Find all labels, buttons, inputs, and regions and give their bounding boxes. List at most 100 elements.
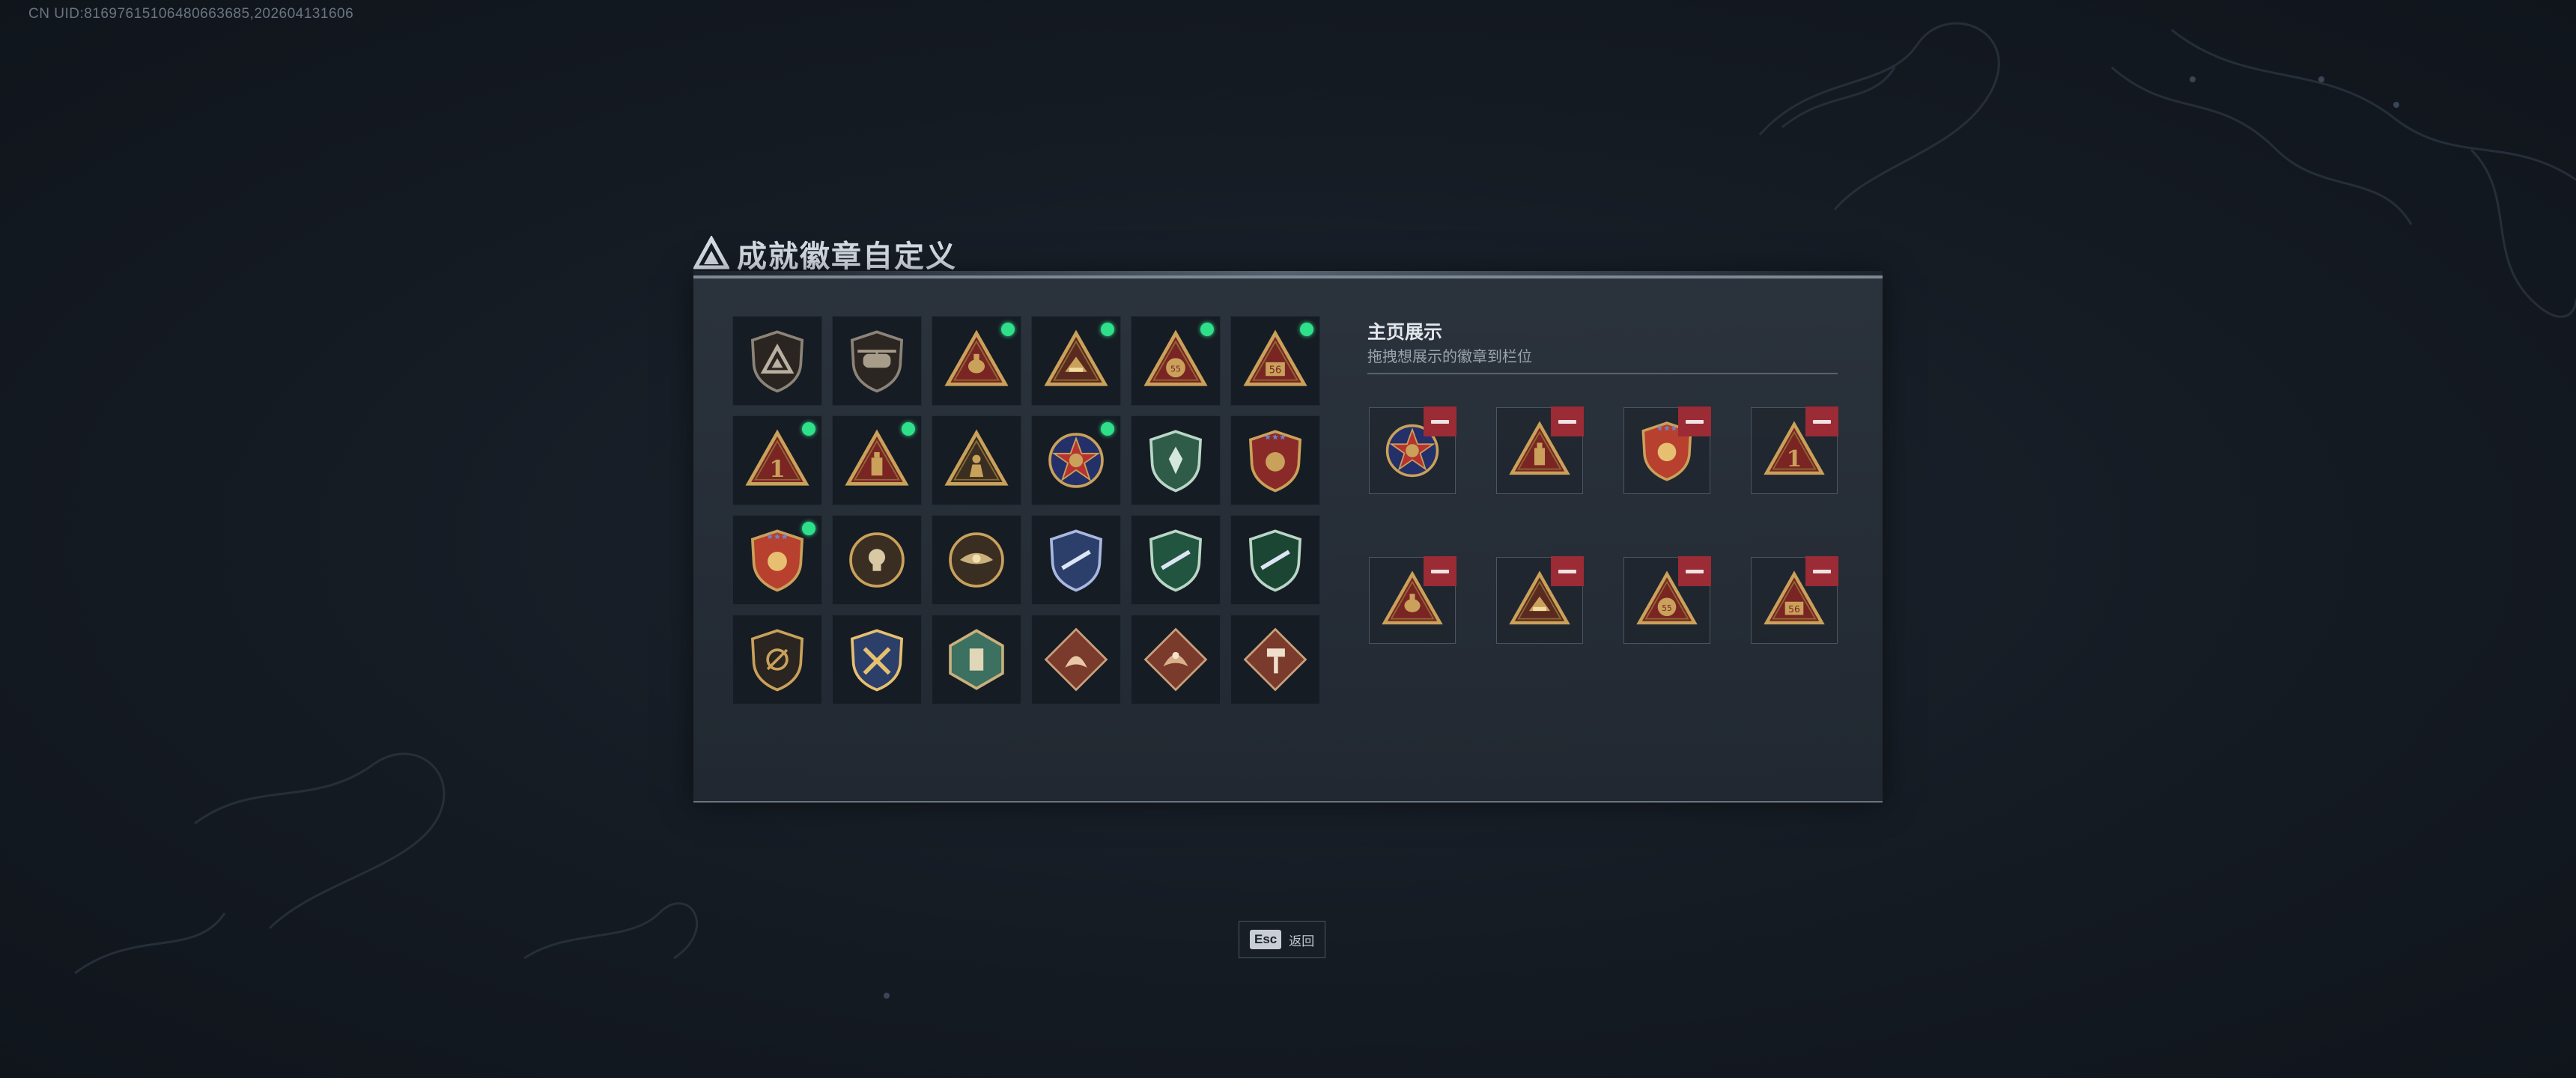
badge-customization-panel: 55 56 1 ★★★ ★★★ 主页展示 拖拽想展示的徽章到栏位 ★★★ 1 55 56 (693, 271, 1883, 803)
remove-badge-button[interactable] (1424, 406, 1456, 436)
minus-icon (1431, 419, 1449, 424)
triangle-hat-badge-icon (1044, 329, 1108, 386)
page-title: 成就徽章自定义 (737, 240, 957, 273)
remove-badge-button[interactable] (1678, 556, 1711, 586)
crossed-axes-shield-badge-icon (850, 629, 904, 692)
showcase-slot[interactable] (1369, 556, 1456, 644)
new-indicator-dot (1200, 323, 1214, 336)
svg-text:56: 56 (1269, 365, 1281, 377)
hammer-diamond-badge-icon (1243, 627, 1307, 692)
badge-cell[interactable]: 55 (1131, 316, 1221, 406)
badge-cell[interactable] (932, 515, 1021, 605)
triangle-55-sack-badge-icon: 55 (1143, 329, 1208, 386)
remove-badge-button[interactable] (1805, 556, 1838, 586)
skull-circle-badge-icon (849, 532, 905, 588)
helicopter-shield-badge-icon (850, 330, 904, 393)
triangle-hand-badge-icon (944, 329, 1009, 386)
triangle-logo-icon (693, 236, 729, 270)
back-button[interactable]: Esc 返回 (1239, 921, 1326, 958)
showcase-slot[interactable] (1369, 406, 1456, 494)
badge-cell[interactable]: ★★★ (1230, 415, 1320, 505)
gold-shield-stars-badge-icon: ★★★ (750, 529, 804, 592)
badge-grid: 55 56 1 ★★★ ★★★ (732, 316, 1320, 704)
badge-cell[interactable] (732, 316, 822, 406)
svg-text:56: 56 (1788, 604, 1800, 615)
badge-cell[interactable]: 56 (1230, 316, 1320, 406)
star-medal-badge-icon (1048, 433, 1104, 488)
showcase-slot[interactable]: ★★★ (1623, 406, 1711, 494)
new-indicator-dot (1001, 323, 1015, 336)
badge-cell[interactable]: ★★★ (732, 515, 822, 605)
badge-cell[interactable] (1131, 615, 1221, 704)
remove-badge-button[interactable] (1424, 556, 1456, 586)
badge-cell[interactable] (1230, 615, 1320, 704)
svg-text:1: 1 (769, 456, 786, 483)
remove-badge-button[interactable] (1678, 406, 1711, 436)
blue-rifle-shield-badge-icon (1049, 529, 1103, 592)
window-header: 成就徽章自定义 (693, 232, 957, 275)
badge-cell[interactable] (1031, 316, 1121, 406)
badge-cell[interactable] (932, 415, 1021, 505)
svg-text:1: 1 (1787, 446, 1802, 472)
minus-icon (1813, 569, 1831, 573)
badge-cell[interactable] (832, 615, 922, 704)
badge-cell[interactable] (732, 615, 822, 704)
triangle-soldier-badge-icon (944, 429, 1009, 486)
new-indicator-dot (1300, 323, 1313, 336)
badge-cell[interactable] (1131, 515, 1221, 605)
badge-cell[interactable] (932, 316, 1021, 406)
back-label: 返回 (1289, 934, 1315, 948)
showcase-slot[interactable] (1496, 406, 1584, 494)
remove-badge-button[interactable] (1805, 406, 1838, 436)
esc-key-hint: Esc (1250, 930, 1282, 949)
new-indicator-dot (1101, 422, 1114, 436)
new-indicator-dot (802, 422, 815, 436)
showcase-slot[interactable] (1496, 556, 1584, 644)
red-shield-stars-badge-icon: ★★★ (1248, 430, 1302, 493)
uid-text: CN UID:8169761510648066368​5,20260413160… (28, 6, 354, 22)
showcase-title: 主页展示 (1367, 322, 1443, 343)
showcase-subtitle: 拖拽想展示的徽章到栏位 (1367, 349, 1532, 365)
showcase-slot[interactable]: 1 (1751, 406, 1838, 494)
minus-icon (1431, 569, 1449, 573)
badge-cell[interactable] (832, 316, 922, 406)
green-shield-badge-icon (1149, 430, 1203, 493)
badge-cell[interactable] (832, 515, 922, 605)
minus-icon (1686, 419, 1704, 424)
svg-text:55: 55 (1662, 604, 1671, 613)
minus-icon (1686, 569, 1704, 573)
badge-cell[interactable] (1230, 515, 1320, 605)
triangle-56-badge-icon: 56 (1243, 329, 1307, 386)
showcase-divider (1367, 373, 1838, 374)
dragon-diamond-badge-icon (1044, 627, 1108, 692)
svg-text:★★★: ★★★ (1656, 424, 1677, 433)
badge-cell[interactable]: 1 (732, 415, 822, 505)
showcase-slot[interactable]: 55 (1623, 556, 1711, 644)
triangle-number-1-badge-icon: 1 (745, 429, 809, 486)
svg-text:55: 55 (1170, 365, 1181, 374)
badge-cell[interactable] (932, 615, 1021, 704)
minus-icon (1813, 419, 1831, 424)
badge-cell[interactable] (832, 415, 922, 505)
new-indicator-dot (1101, 323, 1114, 336)
badge-cell[interactable] (1031, 415, 1121, 505)
green-rifle-shield-badge-icon (1149, 529, 1203, 592)
showcase-slot[interactable]: 56 (1751, 556, 1838, 644)
svg-text:★★★: ★★★ (1264, 432, 1287, 442)
new-indicator-dot (802, 522, 815, 535)
eagle-circle-badge-icon (949, 532, 1004, 588)
svg-text:★★★: ★★★ (766, 532, 789, 541)
badge-cell[interactable] (1131, 415, 1221, 505)
minus-icon (1558, 419, 1576, 424)
minus-icon (1558, 569, 1576, 573)
triangle-tower-badge-icon (845, 429, 909, 486)
shield-triangle-badge-icon (750, 330, 804, 393)
remove-badge-button[interactable] (1551, 406, 1584, 436)
remove-badge-button[interactable] (1551, 556, 1584, 586)
dark-green-rifle-shield-badge-icon (1248, 529, 1302, 592)
badge-cell[interactable] (1031, 515, 1121, 605)
teal-hexagon-badge-icon (949, 629, 1004, 690)
crosshair-shield-badge-icon (750, 629, 804, 692)
dragon-diamond-2-badge-icon (1143, 627, 1208, 692)
badge-cell[interactable] (1031, 615, 1121, 704)
